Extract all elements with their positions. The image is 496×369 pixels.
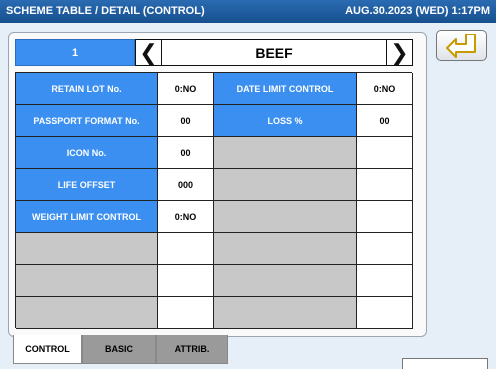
empty-label-cell — [16, 233, 158, 265]
retain-lot-field[interactable]: 0:NO — [158, 73, 214, 105]
empty-label-cell — [214, 265, 357, 297]
tab-attrib[interactable]: ATTRIB. — [156, 335, 228, 364]
weight-limit-field[interactable]: 0:NO — [158, 201, 214, 233]
next-record-button[interactable]: ❯ — [386, 39, 413, 66]
loss-field[interactable]: 00 — [357, 105, 413, 137]
back-button[interactable] — [436, 30, 487, 61]
empty-label-cell — [16, 265, 158, 297]
empty-value-cell — [357, 233, 413, 265]
empty-label-cell — [214, 201, 357, 233]
weight-limit-label: WEIGHT LIMIT CONTROL — [16, 201, 158, 233]
empty-label-cell — [214, 297, 357, 329]
empty-value-cell — [357, 201, 413, 233]
prev-record-button[interactable]: ❮ — [135, 39, 162, 66]
tab-basic[interactable]: BASIC — [82, 335, 156, 364]
date-time: AUG.30.2023 (WED) 1:17PM — [345, 5, 490, 17]
empty-value-cell — [357, 265, 413, 297]
status-box — [402, 358, 488, 369]
tab-control[interactable]: CONTROL — [13, 335, 82, 364]
return-arrow-icon — [445, 33, 476, 58]
empty-value-cell — [357, 169, 413, 201]
chevron-left-icon: ❮ — [139, 39, 158, 65]
page-title: SCHEME TABLE / DETAIL (CONTROL) — [6, 5, 205, 17]
chevron-right-icon: ❯ — [390, 39, 409, 65]
record-number[interactable]: 1 — [15, 39, 135, 66]
date-limit-field[interactable]: 0:NO — [357, 73, 413, 105]
life-offset-label: LIFE OFFSET — [16, 169, 158, 201]
empty-label-cell — [214, 137, 357, 169]
empty-value-cell — [158, 297, 214, 329]
title-bar: SCHEME TABLE / DETAIL (CONTROL) AUG.30.2… — [0, 0, 496, 23]
empty-value-cell — [158, 233, 214, 265]
icon-no-label: ICON No. — [16, 137, 158, 169]
empty-value-cell — [357, 297, 413, 329]
life-offset-field[interactable]: 000 — [158, 169, 214, 201]
icon-no-field[interactable]: 00 — [158, 137, 214, 169]
empty-label-cell — [214, 169, 357, 201]
empty-label-cell — [16, 297, 158, 329]
empty-value-cell — [357, 137, 413, 169]
date-limit-label: DATE LIMIT CONTROL — [214, 73, 357, 105]
passport-format-label: PASSPORT FORMAT No. — [16, 105, 158, 137]
empty-label-cell — [214, 233, 357, 265]
loss-label: LOSS % — [214, 105, 357, 137]
retain-lot-label: RETAIN LOT No. — [16, 73, 158, 105]
empty-value-cell — [158, 265, 214, 297]
control-settings-table: RETAIN LOT No. 0:NO DATE LIMIT CONTROL 0… — [15, 72, 413, 329]
record-name: BEEF — [162, 39, 386, 66]
passport-format-field[interactable]: 00 — [158, 105, 214, 137]
